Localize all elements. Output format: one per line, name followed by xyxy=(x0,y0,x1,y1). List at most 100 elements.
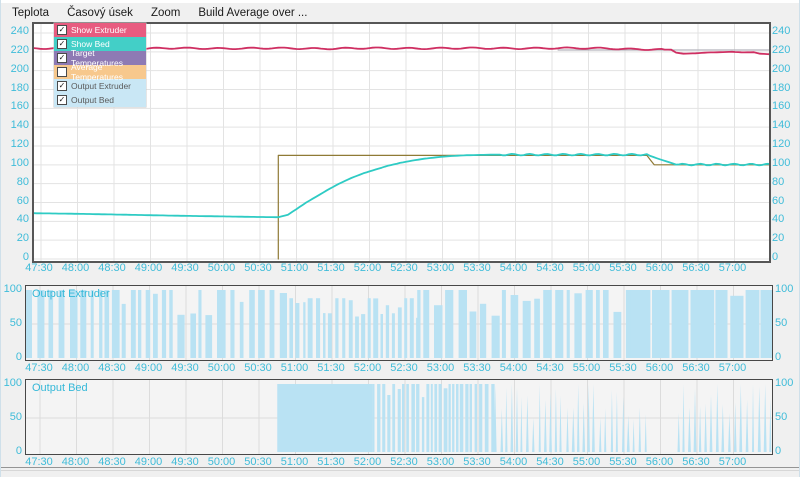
y-axis-label-right: 60 xyxy=(772,195,800,207)
x-axis-label: 54:30 xyxy=(533,262,567,274)
x-axis-label: 56:00 xyxy=(643,262,677,274)
x-axis-label: 51:00 xyxy=(278,362,312,374)
legend-item-show-extruder[interactable]: ✓Show Extruder xyxy=(54,23,146,37)
y-axis-label-right: 50 xyxy=(775,411,799,423)
output-bed-title: Output Bed xyxy=(32,382,88,394)
y-axis-label-left: 20 xyxy=(3,232,29,244)
x-axis-label: 55:00 xyxy=(570,262,604,274)
x-axis-label: 55:30 xyxy=(606,362,640,374)
chart-legend: ✓Show Extruder✓Show Bed✓Target Temperatu… xyxy=(54,23,146,107)
x-axis-label: 52:00 xyxy=(351,262,385,274)
x-axis-label: 53:00 xyxy=(424,362,458,374)
y-axis-label-left: 0 xyxy=(3,351,22,363)
x-axis-label: 54:30 xyxy=(533,362,567,374)
y-axis-label-left: 200 xyxy=(3,63,29,75)
legend-label: Average Temperatures xyxy=(71,62,146,82)
window-divider-light xyxy=(1,470,799,471)
y-axis-label-left: 220 xyxy=(3,44,29,56)
x-axis-label: 49:00 xyxy=(132,262,166,274)
y-axis-label-left: 50 xyxy=(3,411,22,423)
x-axis-label: 48:00 xyxy=(59,362,93,374)
x-axis-label: 54:30 xyxy=(533,456,567,468)
x-axis-label: 47:30 xyxy=(22,362,56,374)
x-axis-label: 53:30 xyxy=(460,262,494,274)
checkbox-show-bed[interactable]: ✓ xyxy=(57,39,67,49)
y-axis-label-right: 50 xyxy=(775,317,799,329)
checkbox-output-extruder[interactable]: ✓ xyxy=(57,81,67,91)
y-axis-label-left: 100 xyxy=(3,157,29,169)
x-axis-label: 49:30 xyxy=(168,262,202,274)
x-axis-label: 48:00 xyxy=(59,262,93,274)
x-axis-label: 56:00 xyxy=(643,456,677,468)
x-axis-label: 47:30 xyxy=(22,262,56,274)
y-axis-label-left: 100 xyxy=(3,283,22,295)
x-axis-label: 55:30 xyxy=(606,262,640,274)
y-axis-label-left: 120 xyxy=(3,138,29,150)
legend-item-output-bed[interactable]: ✓ Output Bed xyxy=(54,93,146,107)
y-axis-label-left: 180 xyxy=(3,82,29,94)
x-axis-label: 52:00 xyxy=(351,362,385,374)
checkbox-show-extruder[interactable]: ✓ xyxy=(57,25,67,35)
y-axis-label-right: 40 xyxy=(772,213,800,225)
x-axis-label: 55:30 xyxy=(606,456,640,468)
menu-bar: TeplotaČasový úsekZoomBuild Average over… xyxy=(3,3,316,22)
x-axis-label: 49:00 xyxy=(132,362,166,374)
x-axis-label: 48:00 xyxy=(59,456,93,468)
x-axis-label: 52:30 xyxy=(387,362,421,374)
x-axis-label: 51:30 xyxy=(314,262,348,274)
y-axis-label-right: 80 xyxy=(772,176,800,188)
x-axis-label: 47:30 xyxy=(22,456,56,468)
x-axis-label: 56:30 xyxy=(679,362,713,374)
output-bed-canvas[interactable] xyxy=(26,380,772,454)
checkbox-target-temperatures[interactable]: ✓ xyxy=(57,53,67,63)
y-axis-label-right: 0 xyxy=(772,251,800,263)
y-axis-label-right: 200 xyxy=(772,63,800,75)
x-axis-label: 48:30 xyxy=(95,262,129,274)
y-axis-label-left: 240 xyxy=(3,25,29,37)
x-axis-label: 53:00 xyxy=(424,262,458,274)
x-axis-label: 54:00 xyxy=(497,362,531,374)
x-axis-label: 55:00 xyxy=(570,456,604,468)
output-bed-chart[interactable] xyxy=(25,379,773,455)
x-axis-label: 51:30 xyxy=(314,362,348,374)
y-axis-label-right: 180 xyxy=(772,82,800,94)
y-axis-label-right: 0 xyxy=(775,351,799,363)
x-axis-label: 50:30 xyxy=(241,362,275,374)
x-axis-label: 52:30 xyxy=(387,262,421,274)
y-axis-label-right: 220 xyxy=(772,44,800,56)
x-axis-label: 50:30 xyxy=(241,456,275,468)
y-axis-label-left: 100 xyxy=(3,377,22,389)
x-axis-label: 57:00 xyxy=(716,262,750,274)
menu-item-build-average-over[interactable]: Build Average over ... xyxy=(189,5,316,21)
x-axis-label: 48:30 xyxy=(95,362,129,374)
menu-item-teplota[interactable]: Teplota xyxy=(3,5,58,21)
x-axis-label: 50:00 xyxy=(205,456,239,468)
output-extruder-canvas[interactable] xyxy=(26,286,772,360)
legend-label: Output Bed xyxy=(71,95,114,105)
y-axis-label-left: 60 xyxy=(3,195,29,207)
y-axis-label-right: 100 xyxy=(775,377,799,389)
x-axis-label: 57:00 xyxy=(716,456,750,468)
y-axis-label-left: 0 xyxy=(3,445,22,457)
y-axis-label-left: 160 xyxy=(3,100,29,112)
x-axis-label: 48:30 xyxy=(95,456,129,468)
checkbox-average-temperatures[interactable] xyxy=(57,67,67,77)
x-axis-label: 54:00 xyxy=(497,262,531,274)
x-axis-label: 57:00 xyxy=(716,362,750,374)
x-axis-label: 52:00 xyxy=(351,456,385,468)
y-axis-label-left: 50 xyxy=(3,317,22,329)
menu-item-zoom[interactable]: Zoom xyxy=(142,5,189,21)
temperature-curve-window: TeplotaČasový úsekZoomBuild Average over… xyxy=(0,0,800,477)
checkbox-output-bed[interactable]: ✓ xyxy=(57,95,67,105)
legend-item-average-temperatures[interactable]: Average Temperatures xyxy=(54,65,146,79)
x-axis-label: 53:00 xyxy=(424,456,458,468)
x-axis-label: 56:00 xyxy=(643,362,677,374)
x-axis-label: 56:30 xyxy=(679,456,713,468)
output-extruder-chart[interactable] xyxy=(25,285,773,361)
y-axis-label-right: 0 xyxy=(775,445,799,457)
y-axis-label-right: 100 xyxy=(775,283,799,295)
menu-item-asov-sek[interactable]: Časový úsek xyxy=(58,5,142,21)
x-axis-label: 56:30 xyxy=(679,262,713,274)
y-axis-label-right: 120 xyxy=(772,138,800,150)
y-axis-label-left: 80 xyxy=(3,176,29,188)
